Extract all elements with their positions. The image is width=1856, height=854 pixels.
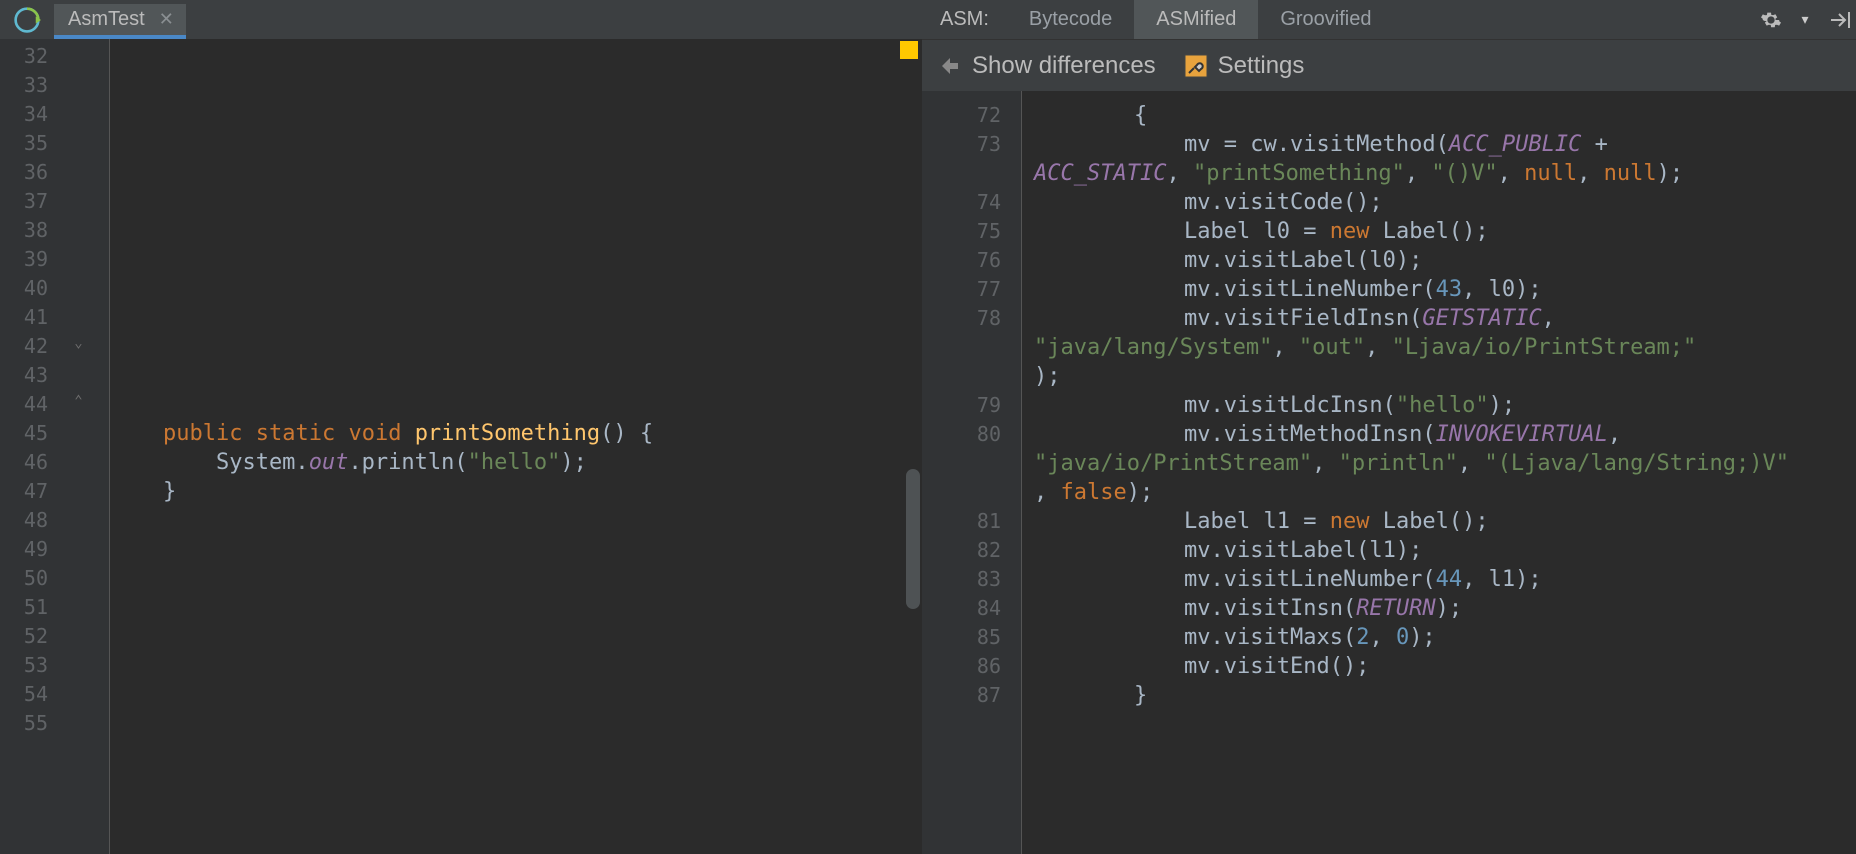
tab-asmified[interactable]: ASMified [1134, 0, 1258, 39]
fold-open-icon[interactable]: ⌄ [74, 335, 82, 351]
right-pane: ASM: Bytecode ASMified Groovified ▾ Show… [922, 0, 1856, 854]
show-differences-button[interactable]: Show differences [934, 50, 1156, 82]
left-tab-bar: AsmTest ✕ [0, 0, 922, 39]
asm-tab-bar: ASM: Bytecode ASMified Groovified ▾ [922, 0, 1856, 39]
hide-panel-icon[interactable] [1822, 0, 1856, 39]
warning-marker[interactable] [900, 41, 918, 59]
tab-bytecode[interactable]: Bytecode [1007, 0, 1134, 39]
settings-button[interactable]: Settings [1180, 50, 1305, 82]
dropdown-icon[interactable]: ▾ [1788, 0, 1822, 39]
fold-gutter: ⌄ ⌃ [48, 39, 110, 854]
asm-code-viewer[interactable]: {mv = cw.visitMethod(ACC_PUBLIC + ACC_ST… [1022, 91, 1856, 854]
editor-tab-asmtest[interactable]: AsmTest ✕ [54, 4, 186, 39]
asm-toolbar: Show differences Settings [922, 39, 1856, 91]
source-editor[interactable]: public static void printSomething() { Sy… [110, 39, 922, 854]
left-pane: AsmTest ✕ 323334353637383940414243444546… [0, 0, 922, 854]
scrollbar-thumb[interactable] [906, 469, 920, 609]
gear-icon[interactable] [1754, 0, 1788, 39]
settings-label: Settings [1218, 52, 1305, 80]
tab-groovified[interactable]: Groovified [1258, 0, 1393, 39]
asm-line-gutter: 72737475767778798081828384858687 [922, 91, 1022, 854]
settings-icon [1180, 50, 1212, 82]
line-number-gutter: 3233343536373839404142434445464748495051… [0, 39, 48, 854]
fold-close-icon[interactable]: ⌃ [74, 393, 82, 409]
show-diff-label: Show differences [972, 52, 1156, 80]
close-icon[interactable]: ✕ [159, 9, 174, 30]
tab-label: AsmTest [68, 8, 145, 31]
file-type-icon [0, 0, 54, 39]
diff-icon [934, 50, 966, 82]
asm-label: ASM: [922, 8, 1007, 31]
